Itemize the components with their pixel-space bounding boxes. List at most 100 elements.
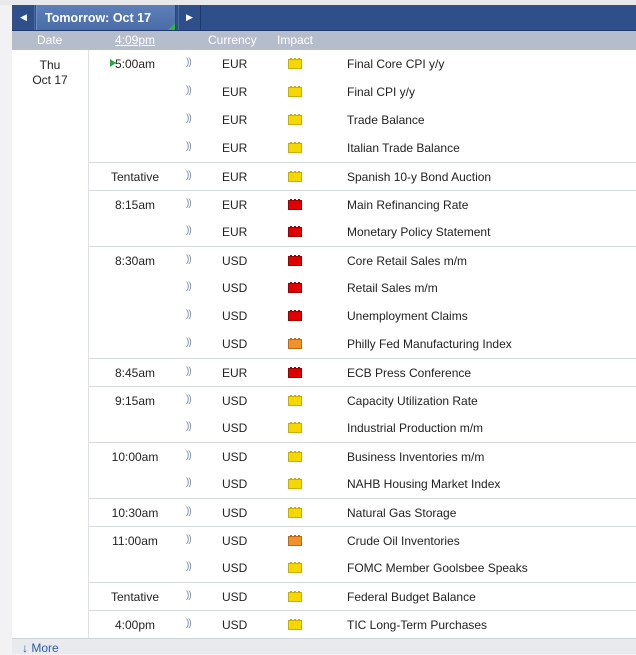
event-time: 10:30am bbox=[111, 506, 159, 520]
table-row[interactable]: 8:30am)) USD Core Retail Sales m/m bbox=[89, 246, 636, 275]
impact-folder-icon[interactable] bbox=[288, 282, 302, 293]
event-title[interactable]: Natural Gas Storage bbox=[347, 506, 456, 520]
sound-alert-icon[interactable]: )) bbox=[186, 477, 192, 488]
table-row[interactable]: )) EUR Trade Balance bbox=[89, 106, 636, 134]
table-row[interactable]: )) USD FOMC Member Goolsbee Speaks bbox=[89, 554, 636, 582]
sound-alert-icon[interactable]: )) bbox=[186, 113, 192, 124]
event-title[interactable]: ECB Press Conference bbox=[347, 366, 471, 380]
table-row[interactable]: )) USD NAHB Housing Market Index bbox=[89, 470, 636, 498]
table-row[interactable]: 8:15am)) EUR Main Refinancing Rate bbox=[89, 190, 636, 219]
event-currency: USD bbox=[222, 450, 248, 464]
table-row[interactable]: 10:30am)) USD Natural Gas Storage bbox=[89, 498, 636, 527]
table-row[interactable]: Tentative)) EUR Spanish 10-y Bond Auction bbox=[89, 162, 636, 191]
event-title[interactable]: TIC Long-Term Purchases bbox=[347, 618, 487, 632]
event-title[interactable]: Main Refinancing Rate bbox=[347, 198, 468, 212]
prev-day-button[interactable]: ◀ bbox=[13, 5, 35, 30]
impact-folder-icon[interactable] bbox=[288, 367, 302, 378]
impact-folder-icon[interactable] bbox=[288, 199, 302, 210]
table-row[interactable]: 5:00am)) EUR Final Core CPI y/y bbox=[89, 50, 636, 78]
event-title[interactable]: Capacity Utilization Rate bbox=[347, 394, 478, 408]
sound-alert-icon[interactable]: )) bbox=[186, 309, 192, 320]
event-title[interactable]: Final CPI y/y bbox=[347, 85, 415, 99]
day-title[interactable]: Tomorrow: Oct 17 bbox=[36, 5, 176, 30]
event-title[interactable]: Italian Trade Balance bbox=[347, 141, 460, 155]
sound-alert-icon[interactable]: )) bbox=[186, 198, 192, 209]
sound-alert-icon[interactable]: )) bbox=[186, 225, 192, 236]
table-row[interactable]: )) USD Retail Sales m/m bbox=[89, 274, 636, 302]
sound-alert-icon[interactable]: )) bbox=[186, 254, 192, 265]
event-currency: USD bbox=[222, 477, 248, 491]
table-row[interactable]: 4:00pm)) USD TIC Long-Term Purchases bbox=[89, 610, 636, 639]
event-title[interactable]: Core Retail Sales m/m bbox=[347, 254, 467, 268]
table-row[interactable]: )) EUR Monetary Policy Statement bbox=[89, 218, 636, 246]
sound-alert-icon[interactable]: )) bbox=[186, 561, 192, 572]
table-row[interactable]: 11:00am)) USD Crude Oil Inventories bbox=[89, 526, 636, 555]
event-title[interactable]: Business Inventories m/m bbox=[347, 450, 484, 464]
table-row[interactable]: )) USD Unemployment Claims bbox=[89, 302, 636, 330]
impact-folder-icon[interactable] bbox=[288, 478, 302, 489]
sound-alert-icon[interactable]: )) bbox=[186, 618, 192, 629]
event-title[interactable]: Crude Oil Inventories bbox=[347, 534, 460, 548]
event-time: 10:00am bbox=[111, 450, 159, 464]
event-time: 8:30am bbox=[114, 254, 156, 268]
event-title[interactable]: NAHB Housing Market Index bbox=[347, 477, 500, 491]
impact-folder-icon[interactable] bbox=[288, 338, 302, 349]
table-row[interactable]: 10:00am)) USD Business Inventories m/m bbox=[89, 442, 636, 471]
sound-alert-icon[interactable]: )) bbox=[186, 506, 192, 517]
impact-folder-icon[interactable] bbox=[288, 86, 302, 97]
impact-folder-icon[interactable] bbox=[288, 395, 302, 406]
sound-alert-icon[interactable]: )) bbox=[186, 366, 192, 377]
calendar-footer: ↓ More bbox=[12, 638, 636, 655]
table-row[interactable]: )) EUR Final CPI y/y bbox=[89, 78, 636, 106]
impact-folder-icon[interactable] bbox=[288, 142, 302, 153]
chevron-right-icon: ▶ bbox=[186, 12, 193, 22]
table-row[interactable]: )) USD Industrial Production m/m bbox=[89, 414, 636, 442]
impact-folder-icon[interactable] bbox=[288, 619, 302, 630]
event-title[interactable]: FOMC Member Goolsbee Speaks bbox=[347, 561, 528, 575]
impact-folder-icon[interactable] bbox=[288, 255, 302, 266]
sound-alert-icon[interactable]: )) bbox=[186, 450, 192, 461]
sound-alert-icon[interactable]: )) bbox=[186, 57, 192, 68]
next-day-button[interactable]: ▶ bbox=[178, 5, 201, 30]
event-currency: USD bbox=[222, 506, 248, 520]
event-title[interactable]: Spanish 10-y Bond Auction bbox=[347, 170, 491, 184]
impact-folder-icon[interactable] bbox=[288, 114, 302, 125]
sound-alert-icon[interactable]: )) bbox=[186, 141, 192, 152]
sound-alert-icon[interactable]: )) bbox=[186, 337, 192, 348]
sound-alert-icon[interactable]: )) bbox=[186, 281, 192, 292]
impact-folder-icon[interactable] bbox=[288, 535, 302, 546]
impact-folder-icon[interactable] bbox=[288, 226, 302, 237]
sound-alert-icon[interactable]: )) bbox=[186, 590, 192, 601]
event-currency: USD bbox=[222, 337, 248, 351]
sound-alert-icon[interactable]: )) bbox=[186, 85, 192, 96]
impact-folder-icon[interactable] bbox=[288, 171, 302, 182]
impact-folder-icon[interactable] bbox=[288, 591, 302, 602]
event-title[interactable]: Trade Balance bbox=[347, 113, 425, 127]
event-currency: EUR bbox=[222, 170, 248, 184]
header-time-link[interactable]: 4:09pm bbox=[115, 33, 155, 47]
impact-folder-icon[interactable] bbox=[288, 507, 302, 518]
event-title[interactable]: Philly Fed Manufacturing Index bbox=[347, 337, 512, 351]
sound-alert-icon[interactable]: )) bbox=[186, 534, 192, 545]
impact-folder-icon[interactable] bbox=[288, 562, 302, 573]
event-title[interactable]: Final Core CPI y/y bbox=[347, 57, 444, 71]
event-title[interactable]: Industrial Production m/m bbox=[347, 421, 483, 435]
sound-alert-icon[interactable]: )) bbox=[186, 394, 192, 405]
table-row[interactable]: 9:15am)) USD Capacity Utilization Rate bbox=[89, 386, 636, 415]
table-row[interactable]: Tentative)) USD Federal Budget Balance bbox=[89, 582, 636, 611]
table-row[interactable]: 8:45am)) EUR ECB Press Conference bbox=[89, 358, 636, 387]
impact-folder-icon[interactable] bbox=[288, 58, 302, 69]
header-currency: Currency bbox=[208, 33, 257, 47]
event-title[interactable]: Monetary Policy Statement bbox=[347, 225, 490, 239]
sound-alert-icon[interactable]: )) bbox=[186, 170, 192, 181]
impact-folder-icon[interactable] bbox=[288, 310, 302, 321]
impact-folder-icon[interactable] bbox=[288, 422, 302, 433]
event-title[interactable]: Federal Budget Balance bbox=[347, 590, 476, 604]
event-currency: USD bbox=[222, 534, 248, 548]
event-title[interactable]: Unemployment Claims bbox=[347, 309, 468, 323]
event-title[interactable]: Retail Sales m/m bbox=[347, 281, 438, 295]
table-row[interactable]: )) USD Philly Fed Manufacturing Index bbox=[89, 330, 636, 358]
sound-alert-icon[interactable]: )) bbox=[186, 421, 192, 432]
table-row[interactable]: )) EUR Italian Trade Balance bbox=[89, 134, 636, 162]
impact-folder-icon[interactable] bbox=[288, 451, 302, 462]
